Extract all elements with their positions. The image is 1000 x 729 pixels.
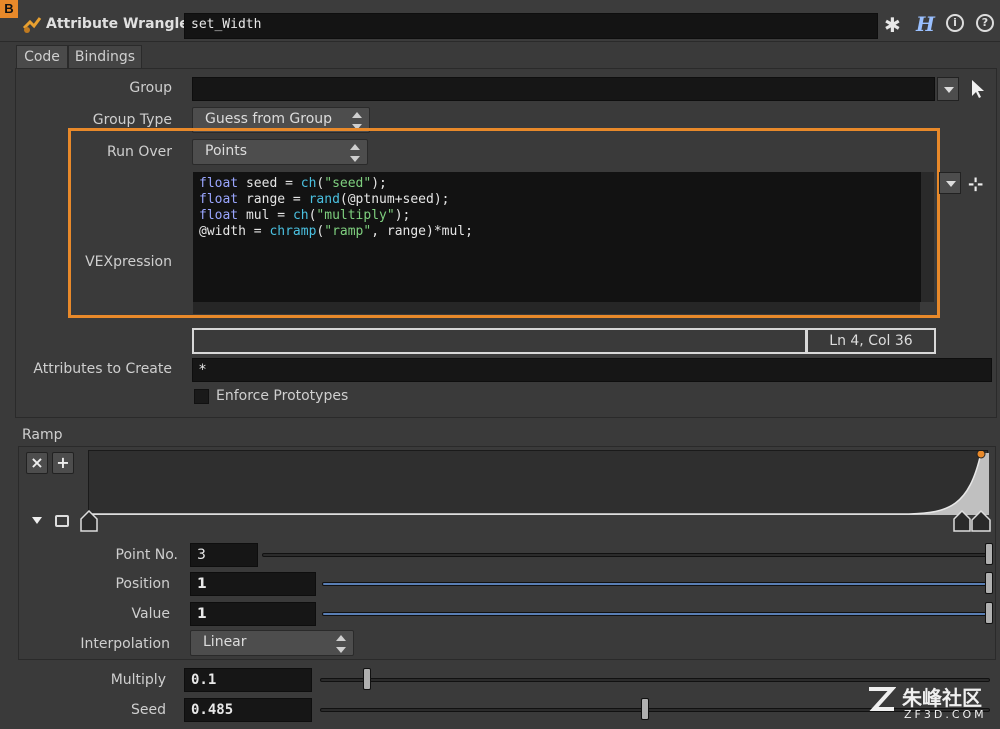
attributes-to-create-label: Attributes to Create <box>33 361 172 377</box>
seed-label: Seed <box>131 702 166 718</box>
tab-code[interactable]: Code <box>16 45 68 69</box>
run-over-select[interactable]: Points <box>192 139 368 165</box>
position-slider[interactable] <box>322 582 990 586</box>
ramp-key-mid[interactable] <box>953 509 971 536</box>
interpolation-label: Interpolation <box>80 636 170 652</box>
position-slider-handle[interactable] <box>985 572 993 594</box>
group-type-label: Group Type <box>92 112 172 128</box>
watermark-brand: 朱峰社区 <box>902 686 982 710</box>
remove-point-button[interactable]: × <box>26 452 48 474</box>
run-over-value: Points <box>205 143 248 159</box>
status-field <box>192 328 807 354</box>
multiply-label: Multiply <box>110 672 166 688</box>
ramp-options-icon[interactable] <box>55 515 69 527</box>
group-label: Group <box>129 80 172 96</box>
value-slider[interactable] <box>322 612 990 616</box>
point-no-label: Point No. <box>115 547 178 563</box>
code-hscrollbar[interactable] <box>193 302 920 314</box>
value-input[interactable]: 1 <box>190 602 316 626</box>
tab-code-label: Code <box>24 49 60 65</box>
run-over-label: Run Over <box>107 144 172 160</box>
watermark-logo <box>866 684 897 714</box>
chevron-down-icon <box>944 87 954 93</box>
interpolation-value: Linear <box>203 634 247 650</box>
wrangle-node-icon <box>22 14 42 34</box>
node-badge: B <box>0 0 18 18</box>
code-line: float seed = ch("seed"); <box>199 176 387 191</box>
multiply-input[interactable]: 0.1 <box>184 668 312 692</box>
group-dropdown-button[interactable] <box>937 77 959 101</box>
code-editor-scrollbar[interactable] <box>920 172 934 302</box>
help-h-icon[interactable]: H <box>916 12 935 36</box>
ramp-key-end[interactable] <box>971 509 991 536</box>
seed-input[interactable]: 0.485 <box>184 698 312 722</box>
vex-code-editor[interactable]: float seed = ch("seed"); float range = ra… <box>193 172 920 302</box>
node-name-field[interactable]: set_Width <box>184 13 878 39</box>
vexpression-label: VEXpression <box>85 254 172 270</box>
code-line: float range = rand(@ptnum+seed); <box>199 192 450 207</box>
watermark-url: ZF3D.COM <box>904 708 987 721</box>
chevron-down-icon <box>946 181 956 187</box>
value-slider-handle[interactable] <box>985 602 993 624</box>
seed-slider-handle[interactable] <box>640 698 649 720</box>
header-bar: B Attribute Wrangle set_Width ✱ H i ? <box>0 0 1000 42</box>
position-input[interactable]: 1 <box>190 572 316 596</box>
group-type-value: Guess from Group <box>205 111 333 127</box>
info-icon[interactable]: i <box>946 14 964 32</box>
ramp-curve <box>89 449 989 515</box>
ramp-key-start[interactable] <box>80 509 98 536</box>
gear-icon[interactable]: ✱ <box>884 13 901 37</box>
select-arrow-icon[interactable] <box>970 79 986 103</box>
node-type-label: Attribute Wrangle <box>46 16 189 32</box>
tab-bindings[interactable]: Bindings <box>68 45 142 69</box>
multiply-slider-handle[interactable] <box>362 668 371 690</box>
multiply-slider[interactable] <box>320 678 990 682</box>
point-no-slider[interactable] <box>262 553 992 557</box>
group-input[interactable] <box>192 77 935 101</box>
value-label: Value <box>131 606 170 622</box>
ramp-label: Ramp <box>22 427 63 443</box>
code-line: float mul = ch("multiply"); <box>199 208 411 223</box>
attributes-to-create-input[interactable]: * <box>192 358 992 382</box>
ramp-graph[interactable] <box>88 449 989 515</box>
tab-bindings-label: Bindings <box>74 49 136 65</box>
spinner-icon <box>349 144 361 162</box>
help-icon[interactable]: ? <box>976 14 994 32</box>
cursor-status: Ln 4, Col 36 <box>806 328 936 354</box>
enforce-prototypes-checkbox[interactable] <box>194 389 209 404</box>
code-line: @width = chramp("ramp", range)*mul; <box>199 224 473 239</box>
enforce-prototypes-label: Enforce Prototypes <box>216 388 349 404</box>
create-spare-param-icon[interactable]: ⊹ <box>968 174 983 195</box>
interpolation-select[interactable]: Linear <box>190 630 354 656</box>
spinner-icon <box>335 635 347 653</box>
expand-triangle-icon[interactable] <box>32 517 42 524</box>
add-point-button[interactable]: + <box>52 452 74 474</box>
vex-dropdown-button[interactable] <box>939 172 961 194</box>
position-label: Position <box>115 576 170 592</box>
ramp-point-marker <box>976 449 986 459</box>
point-no-input[interactable]: 3 <box>190 543 258 567</box>
point-no-slider-handle[interactable] <box>985 543 993 565</box>
